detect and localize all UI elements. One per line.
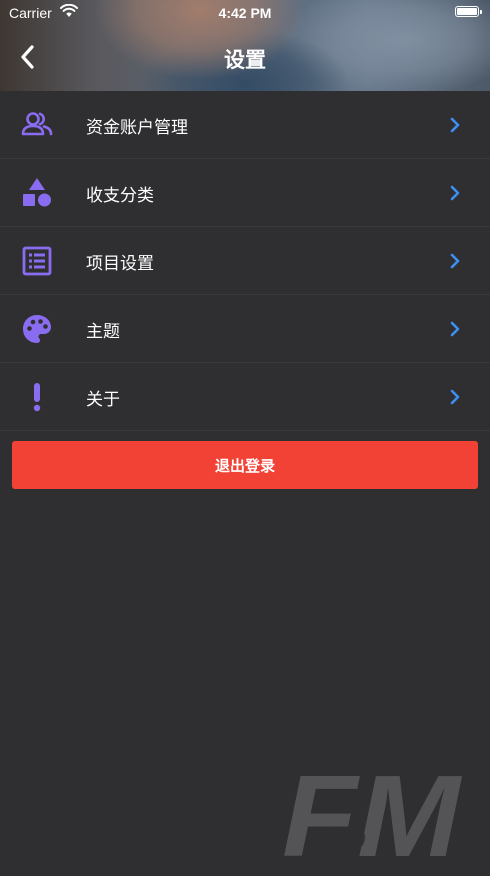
chevron-right-icon bbox=[450, 117, 460, 133]
page-title: 设置 bbox=[224, 48, 266, 72]
navigation-bar: 设置 bbox=[0, 26, 490, 91]
users-icon bbox=[21, 112, 53, 136]
logout-button[interactable]: 退出登录 bbox=[12, 441, 478, 489]
watermark-big-text: FM bbox=[282, 760, 463, 866]
exclamation-icon bbox=[33, 383, 41, 412]
fm-4399-watermark: FM 4399 bbox=[282, 760, 463, 866]
menu-item-label: 资金账户管理 bbox=[86, 118, 188, 138]
menu-item-label: 项目设置 bbox=[86, 254, 154, 274]
settings-menu: 资金账户管理 收支分类 项目设置 主题 关于 bbox=[0, 91, 490, 431]
menu-item-label: 主题 bbox=[86, 322, 120, 342]
status-bar: Carrier 4:42 PM bbox=[0, 0, 490, 26]
menu-item-theme[interactable]: 主题 bbox=[0, 295, 490, 363]
palette-icon bbox=[23, 315, 51, 343]
shapes-icon bbox=[23, 178, 51, 207]
menu-item-categories[interactable]: 收支分类 bbox=[0, 159, 490, 227]
chevron-right-icon bbox=[450, 185, 460, 201]
list-icon bbox=[22, 246, 52, 276]
chevron-right-icon bbox=[450, 389, 460, 405]
status-time: 4:42 PM bbox=[218, 5, 272, 21]
menu-item-accounts[interactable]: 资金账户管理 bbox=[0, 91, 490, 159]
menu-item-label: 关于 bbox=[86, 390, 120, 410]
chevron-right-icon bbox=[450, 321, 460, 337]
battery-icon bbox=[455, 6, 482, 17]
chevron-right-icon bbox=[450, 253, 460, 269]
watermark-small-text: 4399 bbox=[311, 827, 366, 854]
menu-item-about[interactable]: 关于 bbox=[0, 363, 490, 431]
menu-item-projects[interactable]: 项目设置 bbox=[0, 227, 490, 295]
menu-item-label: 收支分类 bbox=[86, 186, 154, 206]
